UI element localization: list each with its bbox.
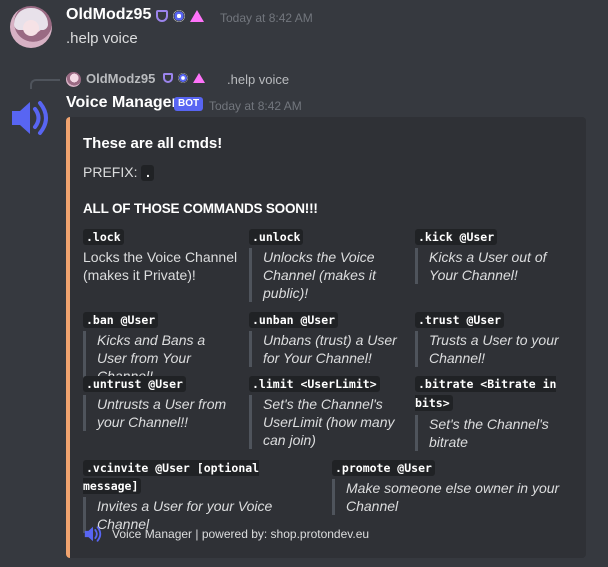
shield-badge-icon[interactable] [156,10,168,22]
command-description: Set's the Channel's bitrate [415,415,565,451]
message-timestamp: Today at 8:42 AM [220,11,313,25]
command-name: .promote @User [332,460,435,476]
bot-tag-badge: BOT [174,97,204,111]
field-lock: .lock Locks the Voice Channel (makes it … [83,228,238,284]
command-description: Kicks a User out of Your Channel! [415,248,575,284]
command-name: .kick @User [415,229,498,245]
section-heading: ALL OF THOSE COMMANDS SOON!!! [83,201,318,216]
command-description: Untrusts a User from your Channel!! [83,395,238,431]
command-name: .limit <UserLimit> [249,376,380,392]
username[interactable]: OldModz95 [66,6,151,24]
command-description: Locks the Voice Channel (makes it Privat… [83,249,238,283]
nitro-badge-icon[interactable] [173,10,185,22]
footer-text: Voice Manager | powered by: shop.protond… [112,527,370,541]
message-content: .help voice [66,30,138,47]
shield-badge-icon [163,73,173,83]
command-name: .ban @User [83,312,159,328]
command-name: .trust @User [415,312,505,328]
nitro-badge-icon [178,73,188,83]
speaker-icon [84,526,102,542]
reply-preview-text[interactable]: .help voice [227,72,289,87]
command-name: .lock [83,229,124,245]
field-promote: .promote @User Make someone else owner i… [332,459,562,515]
field-vcinvite: .vcinvite @User [optional message] Invit… [83,459,323,533]
command-description: Unlocks the Voice Channel (makes it publ… [249,248,404,302]
field-trust: .trust @User Trusts a User to your Chann… [415,311,575,367]
field-bitrate: .bitrate <Bitrate in bits> Set's the Cha… [415,375,565,451]
embed-title: These are all cmds! [83,135,223,152]
reply-avatar[interactable] [66,72,81,87]
command-name: .bitrate <Bitrate in bits> [415,376,557,411]
field-ban: .ban @User Kicks and Bans a User from Yo… [83,311,238,385]
command-description: Unbans (trust) a User for Your Channel! [249,331,404,367]
reply-username[interactable]: OldModz95 [86,71,155,86]
field-kick: .kick @User Kicks a User out of Your Cha… [415,228,575,284]
user-avatar[interactable] [10,6,52,48]
booster-triangle-icon[interactable] [190,10,204,22]
field-untrust: .untrust @User Untrusts a User from your… [83,375,238,431]
command-description: Make someone else owner in your Channel [332,479,562,515]
user-message: OldModz95 Today at 8:42 AM .help voice [0,0,608,60]
help-embed: These are all cmds! PREFIX:. ALL OF THOS… [66,117,586,558]
speaker-icon[interactable] [8,96,52,140]
prefix-label: PREFIX: [83,164,138,180]
embed-footer: Voice Manager | powered by: shop.protond… [83,524,369,544]
command-name: .unban @User [249,312,339,328]
field-unban: .unban @User Unbans (trust) a User for Y… [249,311,404,367]
prefix-value: . [141,165,155,181]
user-badges [156,10,204,22]
bot-message: OldModz95 .help voice Voice Manager BOT … [0,66,608,567]
prefix-line: PREFIX:. [83,164,155,181]
command-name: .unlock [249,229,304,245]
field-unlock: .unlock Unlocks the Voice Channel (makes… [249,228,404,302]
command-description: Set's the Channel's UserLimit (how many … [249,395,404,449]
booster-triangle-icon [193,73,205,83]
reply-badges [163,73,205,83]
command-name: .vcinvite @User [optional message] [83,460,260,494]
command-name: .untrust @User [83,376,186,392]
command-description: Trusts a User to your Channel! [415,331,575,367]
field-limit: .limit <UserLimit> Set's the Channel's U… [249,375,404,449]
reply-connector [30,79,60,89]
bot-username[interactable]: Voice Manager [66,94,178,112]
message-timestamp: Today at 8:42 AM [209,99,302,113]
